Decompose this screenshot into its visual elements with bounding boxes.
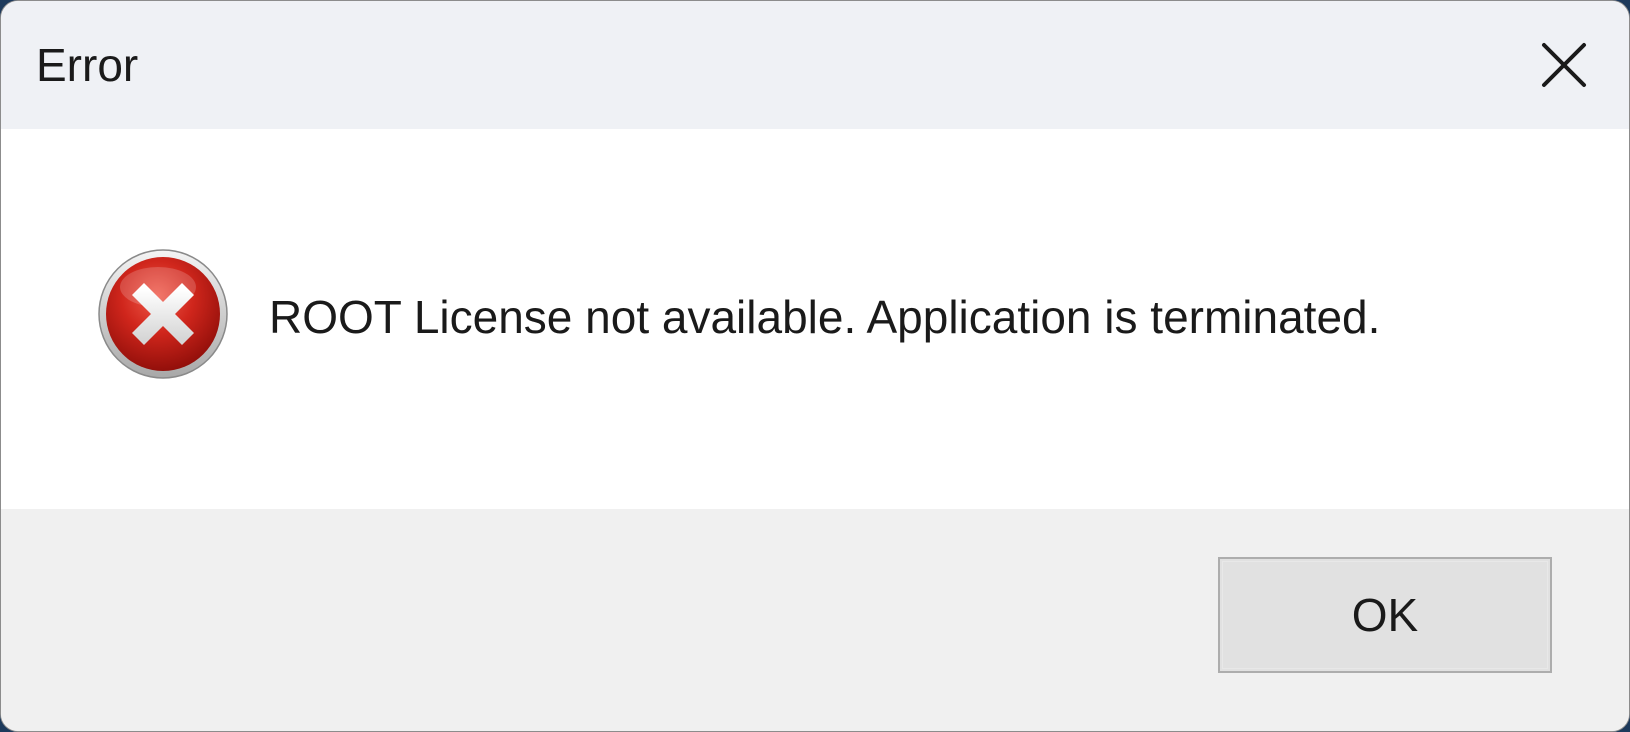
error-icon xyxy=(98,249,228,379)
close-icon xyxy=(1542,43,1586,87)
title-bar: Error xyxy=(1,1,1629,129)
button-bar: OK xyxy=(1,509,1629,731)
window-title: Error xyxy=(36,39,139,91)
error-message: ROOT License not available. Application … xyxy=(269,291,1381,343)
ok-button[interactable]: OK xyxy=(1218,557,1552,673)
close-button[interactable] xyxy=(1499,1,1629,129)
error-dialog: Error ROOT License not available. Applic… xyxy=(0,0,1630,732)
message-area: ROOT License not available. Application … xyxy=(1,129,1629,509)
